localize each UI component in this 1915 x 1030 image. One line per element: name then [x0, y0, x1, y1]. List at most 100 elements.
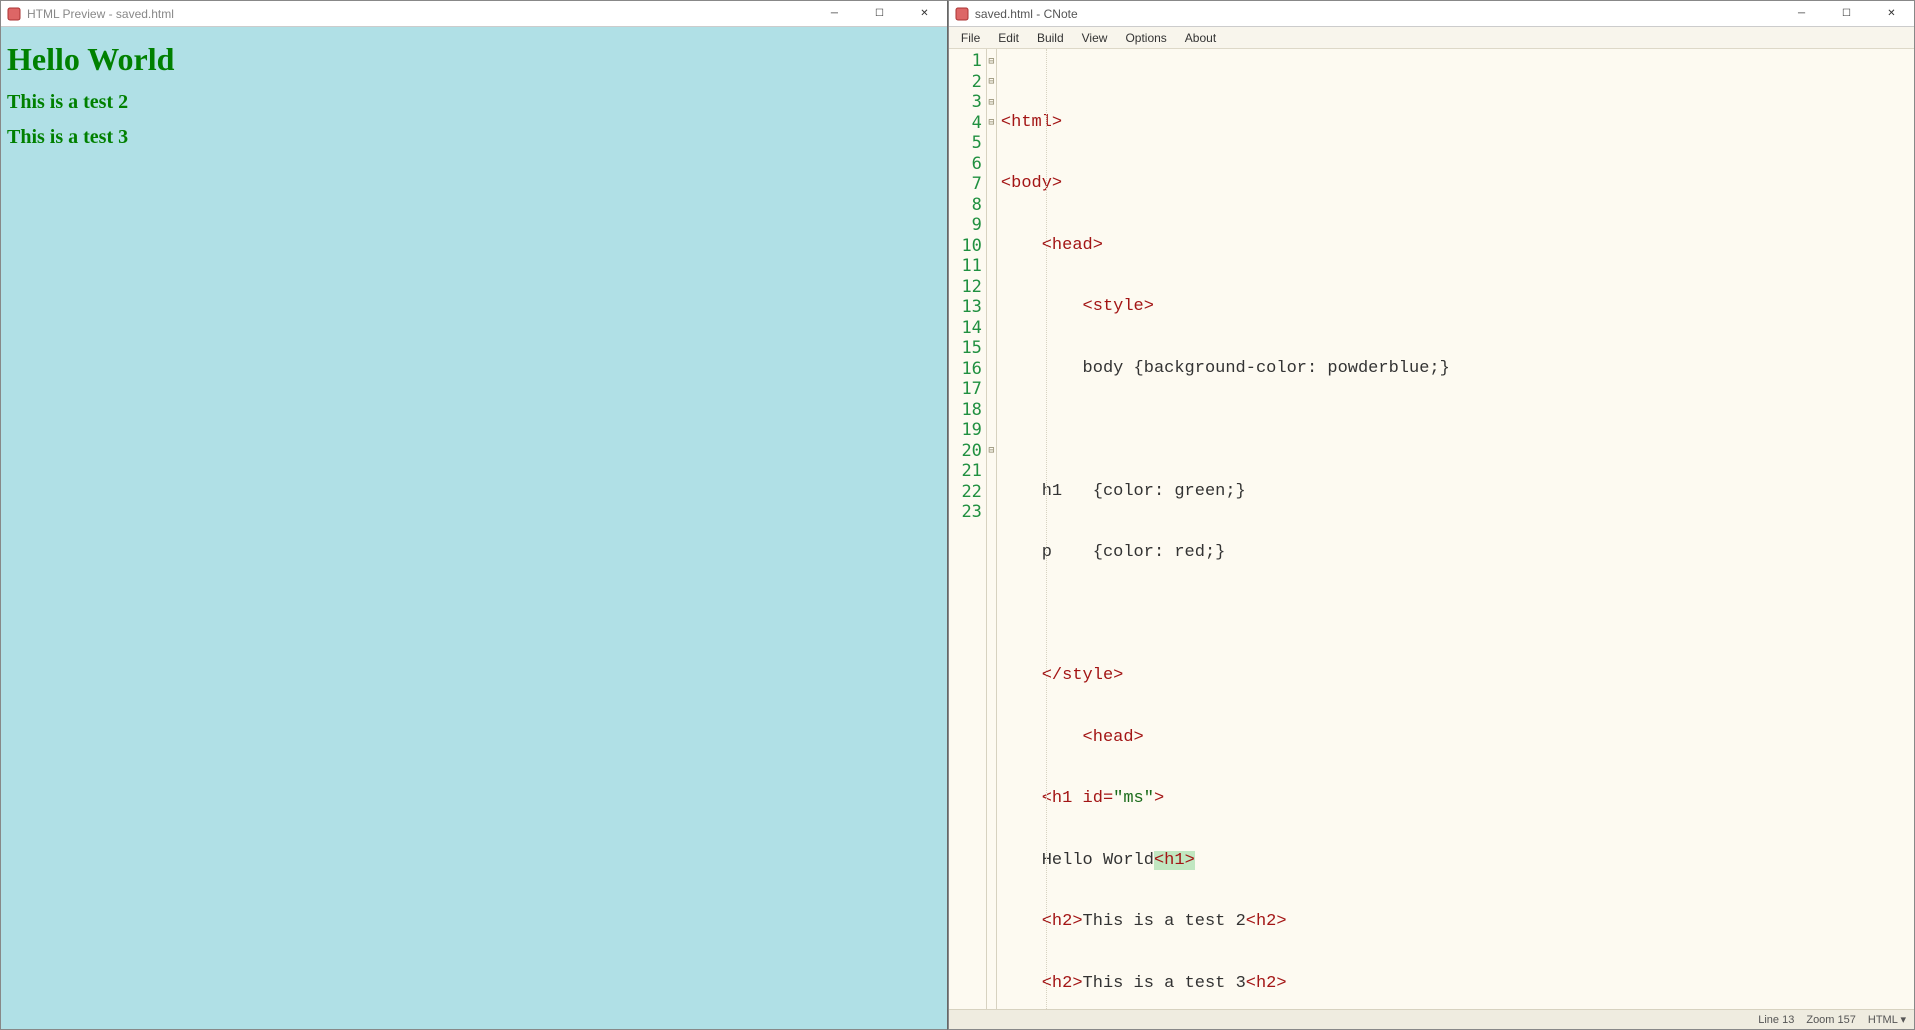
- line-number[interactable]: 1: [949, 51, 986, 72]
- line-number[interactable]: 15: [949, 338, 986, 359]
- fold-mark: [987, 297, 996, 318]
- fold-mark: [987, 482, 996, 503]
- line-number[interactable]: 21: [949, 461, 986, 482]
- fold-mark: [987, 236, 996, 257]
- preview-window: HTML Preview - saved.html ─ ☐ ✕ Hello Wo…: [0, 0, 948, 1030]
- code-token: <html>: [1001, 113, 1062, 132]
- code-token: <h1: [1001, 789, 1083, 808]
- code-token: "ms": [1113, 789, 1154, 808]
- preview-viewport[interactable]: Hello World This is a test 2 This is a t…: [1, 27, 947, 1029]
- line-number[interactable]: 12: [949, 277, 986, 298]
- fold-mark: [987, 195, 996, 216]
- fold-mark: [987, 379, 996, 400]
- fold-mark: [987, 256, 996, 277]
- maximize-button[interactable]: ☐: [1824, 1, 1869, 27]
- minimize-button[interactable]: ─: [1779, 1, 1824, 27]
- line-number[interactable]: 3: [949, 92, 986, 113]
- fold-gutter[interactable]: ⊟ ⊟ ⊟ ⊟ ⊟: [987, 49, 997, 1009]
- fold-mark: [987, 215, 996, 236]
- fold-mark[interactable]: ⊟: [987, 51, 996, 72]
- line-number[interactable]: 14: [949, 318, 986, 339]
- code-token: This is a test 2: [1083, 912, 1246, 931]
- line-number[interactable]: 17: [949, 379, 986, 400]
- statusbar: Line 13 Zoom 157 HTML ▾: [949, 1009, 1914, 1029]
- line-number[interactable]: 8: [949, 195, 986, 216]
- fold-mark: [987, 359, 996, 380]
- code-token: </style>: [1001, 666, 1123, 685]
- status-line: Line 13: [1758, 1014, 1794, 1026]
- minimize-button[interactable]: ─: [812, 1, 857, 27]
- code-token-highlighted: >: [1185, 851, 1195, 870]
- line-number[interactable]: 22: [949, 482, 986, 503]
- fold-mark[interactable]: ⊟: [987, 92, 996, 113]
- status-zoom[interactable]: Zoom 157: [1806, 1014, 1856, 1026]
- code-token: Hello World: [1001, 851, 1154, 870]
- menubar: File Edit Build View Options About: [949, 27, 1914, 49]
- menu-options[interactable]: Options: [1117, 29, 1174, 47]
- fold-mark: [987, 154, 996, 175]
- close-button[interactable]: ✕: [1869, 1, 1914, 27]
- menu-file[interactable]: File: [953, 29, 988, 47]
- fold-mark: [987, 502, 996, 523]
- menu-about[interactable]: About: [1177, 29, 1224, 47]
- fold-mark: [987, 338, 996, 359]
- fold-mark[interactable]: ⊟: [987, 72, 996, 93]
- line-number[interactable]: 2: [949, 72, 986, 93]
- preview-titlebar[interactable]: HTML Preview - saved.html ─ ☐ ✕: [1, 1, 947, 27]
- editor-window-buttons: ─ ☐ ✕: [1779, 1, 1914, 27]
- code-token: <style>: [1001, 297, 1154, 316]
- code-token: <body>: [1001, 174, 1062, 193]
- code-token: <h2>: [1246, 974, 1287, 993]
- code-token: >: [1154, 789, 1164, 808]
- line-number[interactable]: 5: [949, 133, 986, 154]
- fold-mark: [987, 420, 996, 441]
- line-number[interactable]: 4: [949, 113, 986, 134]
- fold-mark: [987, 174, 996, 195]
- line-number[interactable]: 13: [949, 297, 986, 318]
- fold-mark: [987, 277, 996, 298]
- code-token: This is a test 3: [1083, 974, 1246, 993]
- editor-title: saved.html - CNote: [975, 7, 1779, 21]
- editor-app-icon: [955, 7, 969, 21]
- code-token: body {background-color: powderblue;}: [1001, 359, 1450, 378]
- line-number[interactable]: 9: [949, 215, 986, 236]
- line-number[interactable]: 7: [949, 174, 986, 195]
- preview-h2-2: This is a test 3: [7, 126, 941, 149]
- code-token: <head>: [1001, 728, 1144, 747]
- fold-mark: [987, 133, 996, 154]
- preview-window-buttons: ─ ☐ ✕: [812, 1, 947, 27]
- fold-mark: [987, 400, 996, 421]
- preview-title: HTML Preview - saved.html: [27, 7, 812, 21]
- menu-edit[interactable]: Edit: [990, 29, 1027, 47]
- preview-app-icon: [7, 7, 21, 21]
- code-editor[interactable]: <html> <body> <head> <style> body {backg…: [997, 49, 1914, 1009]
- line-number[interactable]: 23: [949, 502, 986, 523]
- close-button[interactable]: ✕: [902, 1, 947, 27]
- fold-mark[interactable]: ⊟: [987, 113, 996, 134]
- maximize-button[interactable]: ☐: [857, 1, 902, 27]
- editor-area: 1 2 3 4 5 6 7 8 9 10 11 12 13 14 15 16 1…: [949, 49, 1914, 1009]
- code-token: <h2>: [1246, 912, 1287, 931]
- line-number-gutter[interactable]: 1 2 3 4 5 6 7 8 9 10 11 12 13 14 15 16 1…: [949, 49, 987, 1009]
- preview-h2-1: This is a test 2: [7, 91, 941, 114]
- code-token: <h2>: [1001, 974, 1083, 993]
- editor-titlebar[interactable]: saved.html - CNote ─ ☐ ✕: [949, 1, 1914, 27]
- line-number[interactable]: 20: [949, 441, 986, 462]
- line-number[interactable]: 19: [949, 420, 986, 441]
- line-number[interactable]: 10: [949, 236, 986, 257]
- preview-h1: Hello World: [7, 41, 941, 78]
- line-number[interactable]: 11: [949, 256, 986, 277]
- code-token: p {color: red;}: [1001, 543, 1225, 562]
- menu-view[interactable]: View: [1074, 29, 1116, 47]
- fold-mark: [987, 318, 996, 339]
- code-token: h1 {color: green;}: [1001, 482, 1246, 501]
- menu-build[interactable]: Build: [1029, 29, 1072, 47]
- line-number[interactable]: 18: [949, 400, 986, 421]
- code-token: <head>: [1001, 236, 1103, 255]
- line-number[interactable]: 6: [949, 154, 986, 175]
- code-token: id=: [1083, 789, 1114, 808]
- code-token-highlighted: <h1: [1154, 851, 1185, 870]
- status-lang[interactable]: HTML ▾: [1868, 1013, 1906, 1026]
- fold-mark[interactable]: ⊟: [987, 441, 996, 462]
- line-number[interactable]: 16: [949, 359, 986, 380]
